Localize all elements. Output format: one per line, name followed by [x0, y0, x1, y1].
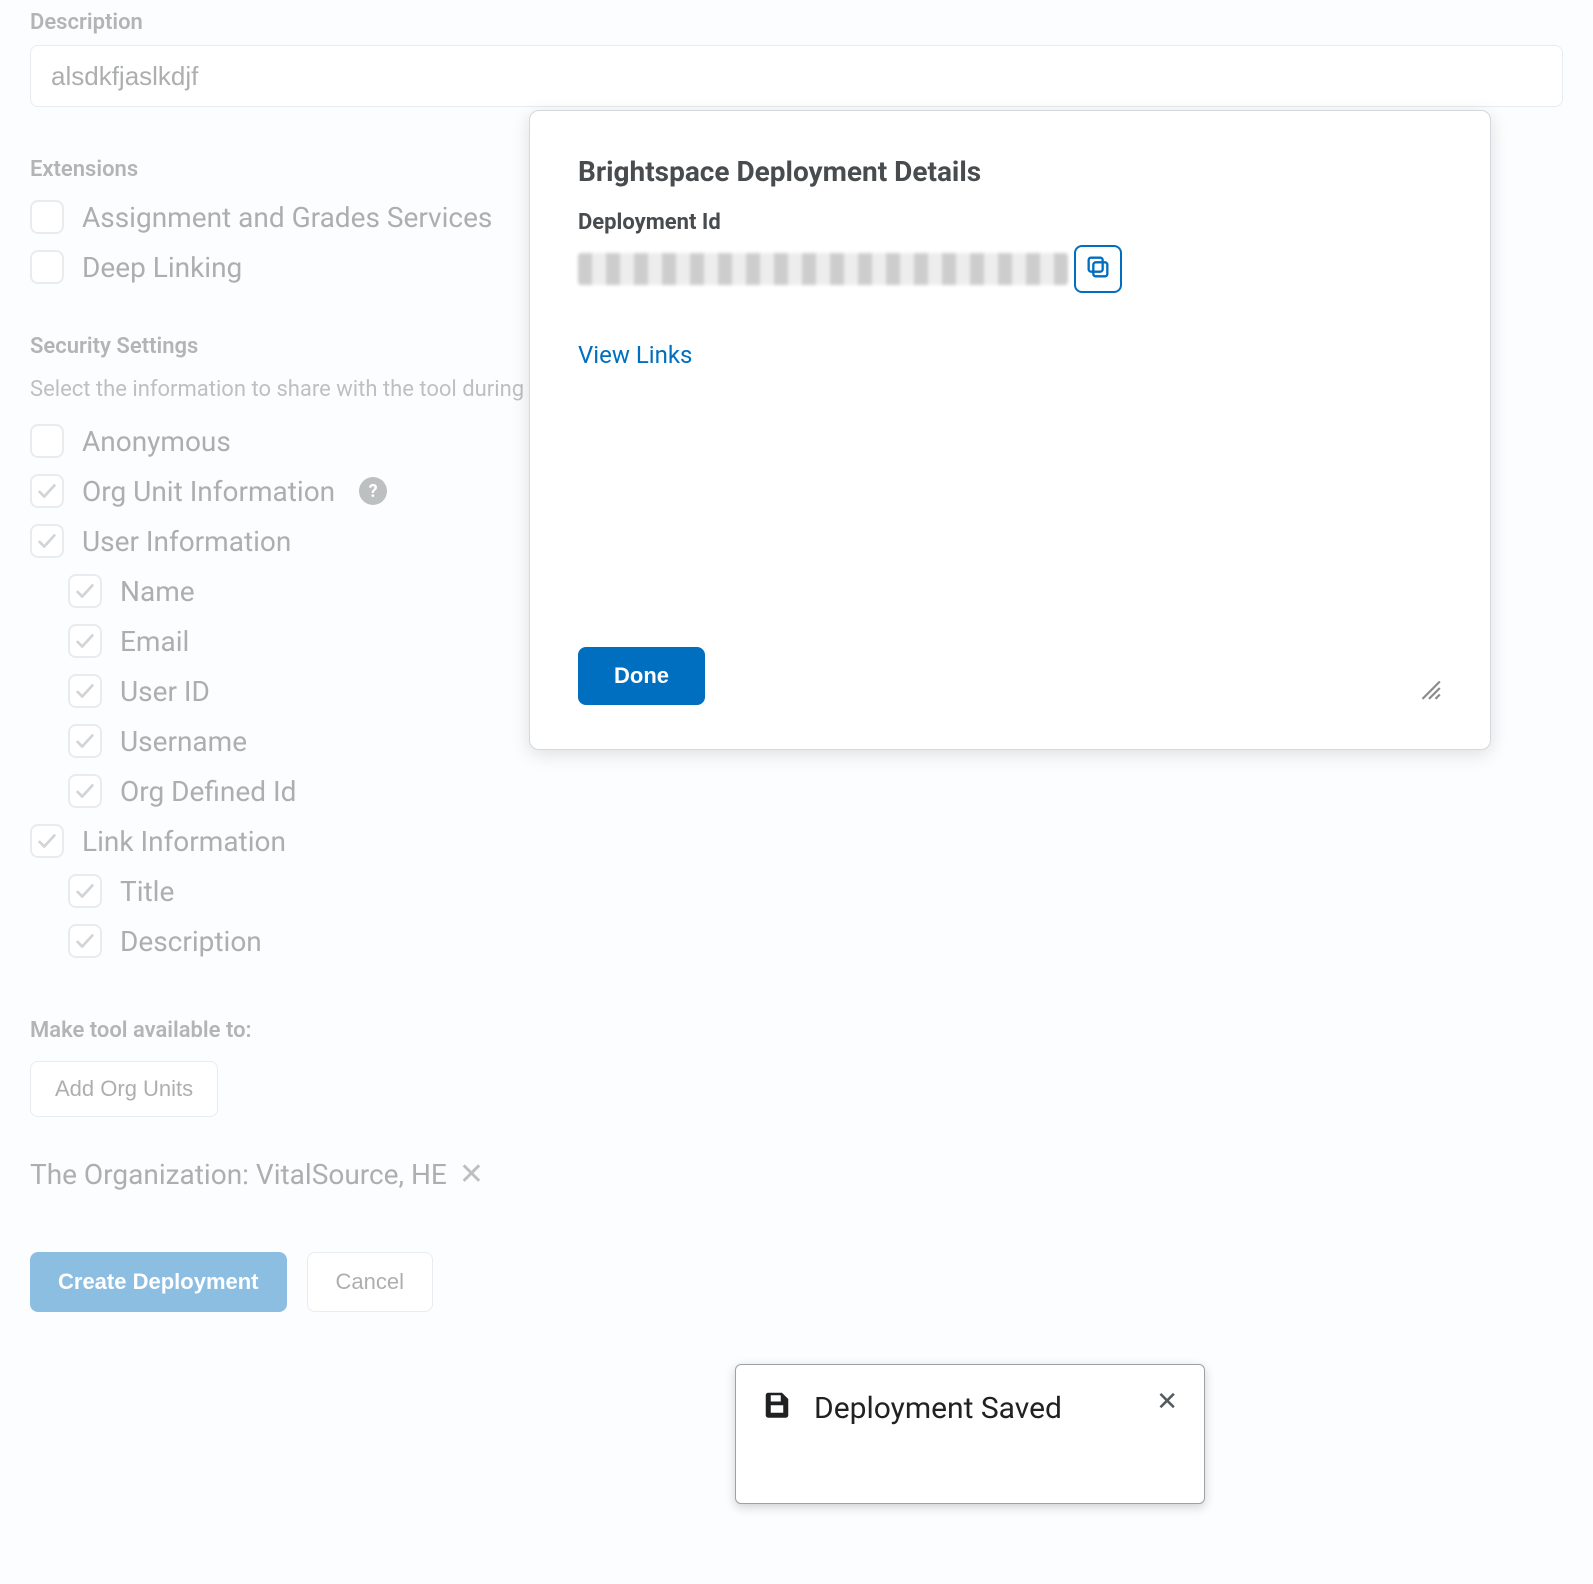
- checkbox-desc[interactable]: [68, 924, 102, 958]
- help-icon[interactable]: ?: [359, 477, 387, 505]
- checkbox-email[interactable]: [68, 624, 102, 658]
- checkbox-label-userinf: User Information: [82, 525, 291, 558]
- copy-icon: [1084, 253, 1112, 285]
- checkbox-label-deep: Deep Linking: [82, 251, 242, 284]
- description-label: Description: [30, 10, 1563, 35]
- checkbox-anon[interactable]: [30, 424, 64, 458]
- checkbox-label-title: Title: [120, 875, 174, 908]
- cancel-button[interactable]: Cancel: [307, 1252, 433, 1312]
- done-button[interactable]: Done: [578, 647, 705, 705]
- checkbox-label-userid: User ID: [120, 675, 210, 708]
- deployment-id-label: Deployment Id: [578, 210, 1442, 235]
- deployment-id-value: [578, 253, 1068, 285]
- checkbox-title[interactable]: [68, 874, 102, 908]
- checkbox-label-uname: Username: [120, 725, 247, 758]
- checkbox-label-ags: Assignment and Grades Services: [82, 201, 492, 234]
- save-icon: [762, 1389, 792, 1423]
- checkbox-label-anon: Anonymous: [82, 425, 231, 458]
- checkbox-userinf[interactable]: [30, 524, 64, 558]
- checkbox-label-orgunit: Org Unit Information: [82, 475, 335, 508]
- checkbox-ags[interactable]: [30, 200, 64, 234]
- org-unit-entry: The Organization: VitalSource, HE: [30, 1158, 447, 1191]
- resize-grip-icon[interactable]: [1416, 675, 1442, 705]
- checkbox-name[interactable]: [68, 574, 102, 608]
- checkbox-label-desc: Description: [120, 925, 262, 958]
- create-deployment-button[interactable]: Create Deployment: [30, 1252, 287, 1312]
- checkbox-userid[interactable]: [68, 674, 102, 708]
- checkbox-deep[interactable]: [30, 250, 64, 284]
- checkbox-label-name: Name: [120, 575, 195, 608]
- remove-org-icon[interactable]: ✕: [459, 1157, 484, 1192]
- checkbox-label-email: Email: [120, 625, 189, 658]
- deployment-saved-toast: Deployment Saved ✕: [735, 1364, 1205, 1504]
- availability-label: Make tool available to:: [30, 1018, 1563, 1043]
- copy-deployment-id-button[interactable]: [1074, 245, 1122, 293]
- checkbox-orgunit[interactable]: [30, 474, 64, 508]
- toast-message: Deployment Saved: [814, 1389, 1134, 1430]
- deployment-details-modal: Brightspace Deployment Details Deploymen…: [529, 110, 1491, 750]
- checkbox-label-orgdef: Org Defined Id: [120, 775, 296, 808]
- checkbox-uname[interactable]: [68, 724, 102, 758]
- modal-title: Brightspace Deployment Details: [578, 155, 1442, 188]
- checkbox-linkinf[interactable]: [30, 824, 64, 858]
- add-org-units-button[interactable]: Add Org Units: [30, 1061, 218, 1117]
- toast-close-button[interactable]: ✕: [1156, 1389, 1178, 1415]
- checkbox-orgdef[interactable]: [68, 774, 102, 808]
- description-input[interactable]: [30, 45, 1563, 107]
- view-links-link[interactable]: View Links: [578, 341, 1442, 369]
- checkbox-label-linkinf: Link Information: [82, 825, 286, 858]
